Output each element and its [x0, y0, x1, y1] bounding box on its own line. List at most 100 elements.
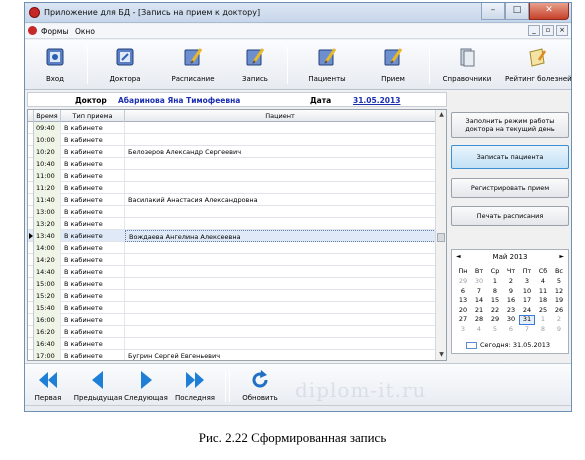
calendar-day[interactable]: 12: [551, 287, 567, 297]
calendar-day-selected[interactable]: 31: [519, 315, 535, 325]
row-time[interactable]: 10:00: [34, 134, 61, 146]
row-patient[interactable]: [125, 302, 436, 314]
calendar-day[interactable]: 27: [455, 315, 471, 325]
table-row[interactable]: 15:40 В кабинете: [28, 302, 436, 314]
calendar-day[interactable]: 30: [471, 277, 487, 287]
calendar-day[interactable]: 2: [551, 315, 567, 325]
toolbar-login-button[interactable]: Вход: [37, 44, 73, 88]
mdi-restore-button[interactable]: ▫: [542, 25, 554, 36]
calendar-day[interactable]: 2: [503, 277, 519, 287]
table-row[interactable]: 11:00 В кабинете: [28, 170, 436, 182]
row-patient[interactable]: [125, 218, 436, 230]
calendar-day[interactable]: 19: [551, 296, 567, 306]
row-type[interactable]: В кабинете: [61, 122, 125, 134]
calendar-day[interactable]: 9: [503, 287, 519, 297]
calendar-day[interactable]: 30: [503, 315, 519, 325]
row-patient[interactable]: Василакий Анастасия Александровна: [125, 194, 436, 206]
calendar-day[interactable]: 13: [455, 296, 471, 306]
toolbar-doctors-button[interactable]: Доктора: [107, 44, 143, 88]
row-patient[interactable]: Вождаева Ангелина Алексеевна: [125, 230, 436, 242]
minimize-button[interactable]: –: [481, 3, 505, 20]
calendar-day[interactable]: 6: [503, 325, 519, 335]
row-patient[interactable]: Белозеров Александр Сергеевич: [125, 146, 436, 158]
calendar-day[interactable]: 3: [455, 325, 471, 335]
calendar-prev-icon[interactable]: ◄: [456, 253, 461, 260]
table-row[interactable]: 13:00 В кабинете: [28, 206, 436, 218]
calendar-day[interactable]: 24: [519, 306, 535, 316]
toolbar-schedule-button[interactable]: Расписание: [171, 44, 215, 88]
calendar-day[interactable]: 21: [471, 306, 487, 316]
calendar-month-title[interactable]: Май 2013: [493, 253, 528, 261]
row-type[interactable]: В кабинете: [61, 134, 125, 146]
calendar-day[interactable]: 5: [487, 325, 503, 335]
row-time[interactable]: 15:00: [34, 278, 61, 290]
scroll-down-icon[interactable]: ▼: [438, 351, 445, 359]
row-time[interactable]: 14:40: [34, 266, 61, 278]
book-patient-button[interactable]: Записать пациента: [451, 145, 569, 169]
row-patient[interactable]: [125, 338, 436, 350]
calendar-today[interactable]: Сегодня: 31.05.2013: [466, 341, 550, 349]
row-time[interactable]: 10:20: [34, 146, 61, 158]
row-type[interactable]: В кабинете: [61, 350, 125, 360]
print-schedule-button[interactable]: Печать расписания: [451, 206, 569, 226]
table-row[interactable]: 10:40 В кабинете: [28, 158, 436, 170]
calendar-day[interactable]: 4: [471, 325, 487, 335]
calendar-day[interactable]: 7: [519, 325, 535, 335]
date-value[interactable]: 31.05.2013: [353, 96, 400, 105]
row-patient[interactable]: [125, 254, 436, 266]
row-type[interactable]: В кабинете: [61, 326, 125, 338]
table-row[interactable]: 17:00 В кабинете Бугрин Сергей Евгеньевич: [28, 350, 436, 360]
calendar-day[interactable]: 29: [455, 277, 471, 287]
table-row[interactable]: 16:20 В кабинете: [28, 326, 436, 338]
row-patient[interactable]: [125, 134, 436, 146]
row-type[interactable]: В кабинете: [61, 254, 125, 266]
calendar-day[interactable]: 3: [519, 277, 535, 287]
close-button[interactable]: ✕: [529, 3, 569, 20]
table-row[interactable]: 15:00 В кабинете: [28, 278, 436, 290]
toolbar-reception-button[interactable]: Прием: [375, 44, 411, 88]
calendar-day[interactable]: 5: [551, 277, 567, 287]
scroll-up-icon[interactable]: ▲: [438, 111, 445, 119]
row-type[interactable]: В кабинете: [61, 290, 125, 302]
calendar-day[interactable]: 22: [487, 306, 503, 316]
row-patient[interactable]: [125, 242, 436, 254]
table-row[interactable]: 09:40 В кабинете: [28, 122, 436, 134]
table-row[interactable]: 16:00 В кабинете: [28, 314, 436, 326]
table-row[interactable]: 14:00 В кабинете: [28, 242, 436, 254]
calendar-day[interactable]: 20: [455, 306, 471, 316]
row-time[interactable]: 13:40: [34, 230, 61, 242]
row-patient[interactable]: [125, 326, 436, 338]
row-time[interactable]: 15:40: [34, 302, 61, 314]
nav-last-button[interactable]: Последняя: [175, 367, 215, 405]
row-patient[interactable]: [125, 206, 436, 218]
row-type[interactable]: В кабинете: [61, 278, 125, 290]
calendar-day[interactable]: 23: [503, 306, 519, 316]
row-time[interactable]: 16:20: [34, 326, 61, 338]
row-patient[interactable]: Бугрин Сергей Евгеньевич: [125, 350, 436, 360]
nav-next-button[interactable]: Следующая: [124, 367, 168, 405]
calendar-day[interactable]: 8: [535, 325, 551, 335]
calendar-day[interactable]: 16: [503, 296, 519, 306]
row-type[interactable]: В кабинете: [61, 218, 125, 230]
row-time[interactable]: 15:20: [34, 290, 61, 302]
row-type[interactable]: В кабинете: [61, 146, 125, 158]
row-type[interactable]: В кабинете: [61, 242, 125, 254]
row-patient[interactable]: [125, 182, 436, 194]
row-type[interactable]: В кабинете: [61, 314, 125, 326]
mdi-minimize-button[interactable]: _: [528, 25, 540, 36]
calendar-next-icon[interactable]: ►: [559, 253, 564, 260]
table-row[interactable]: 10:20 В кабинете Белозеров Александр Серге…: [28, 146, 436, 158]
toolbar-reference-books-button[interactable]: Справочники: [443, 44, 491, 88]
table-row[interactable]: 16:40 В кабинете: [28, 338, 436, 350]
table-row[interactable]: 13:20 В кабинете: [28, 218, 436, 230]
fill-schedule-button[interactable]: Заполнить режим работы доктора на текущи…: [451, 112, 569, 138]
row-patient[interactable]: [125, 122, 436, 134]
calendar-day[interactable]: 6: [455, 287, 471, 297]
maximize-button[interactable]: □: [505, 3, 529, 20]
grid-header-type[interactable]: Тип приема: [61, 110, 125, 122]
row-time[interactable]: 11:40: [34, 194, 61, 206]
row-time[interactable]: 10:40: [34, 158, 61, 170]
row-type[interactable]: В кабинете: [61, 302, 125, 314]
table-row[interactable]: 11:20 В кабинете: [28, 182, 436, 194]
menu-window[interactable]: Окно: [75, 27, 95, 36]
